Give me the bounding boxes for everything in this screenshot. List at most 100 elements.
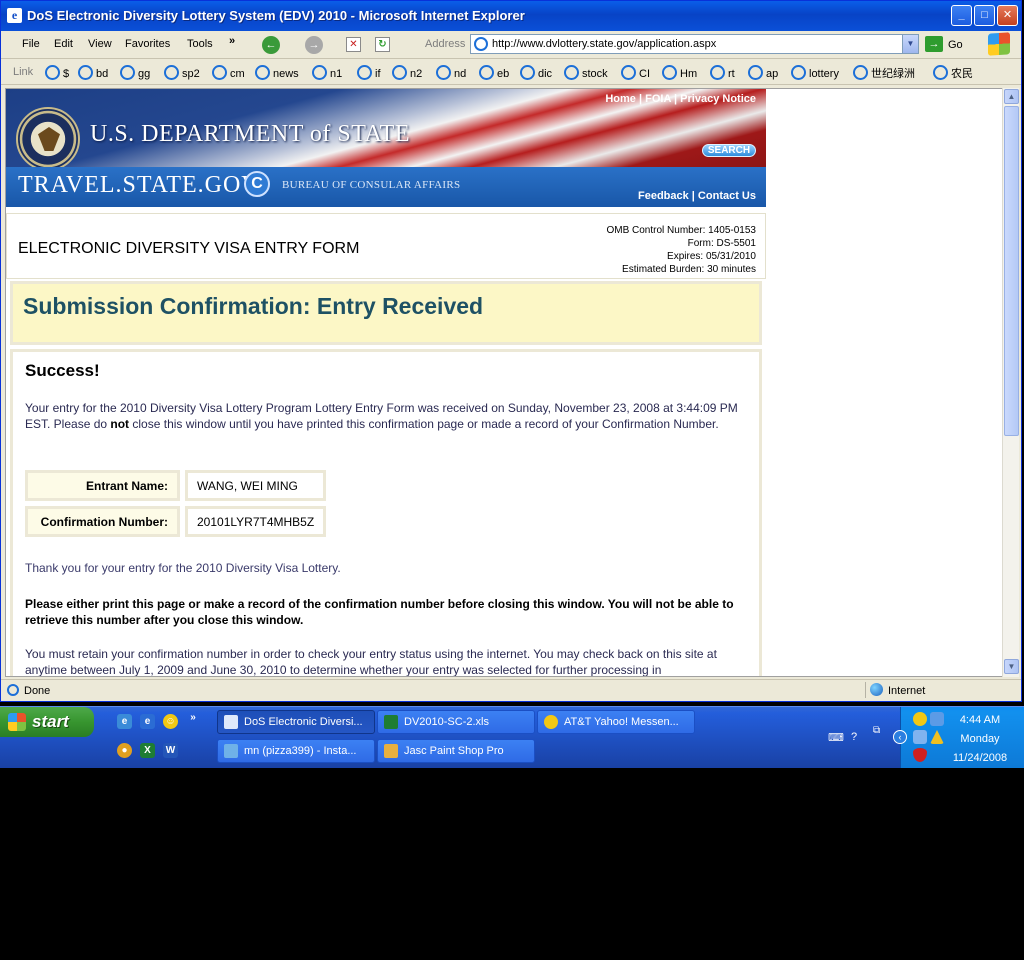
quicklaunch-ie-icon[interactable]: e: [117, 714, 132, 729]
quicklaunch-more-icon[interactable]: »: [189, 710, 197, 725]
done-page-icon: [7, 684, 19, 696]
links-label: Link: [13, 66, 34, 78]
address-label: Address: [425, 38, 466, 50]
go-button[interactable]: Go: [948, 39, 963, 51]
department-logo: U.S. DEPARTMENT of STATE: [90, 121, 411, 147]
link-item[interactable]: ap: [748, 65, 778, 80]
task-ie[interactable]: DoS Electronic Diversi...: [217, 710, 375, 734]
clock-day: Monday: [960, 733, 1000, 745]
print-warning: Please either print this page or make a …: [25, 597, 734, 627]
quicklaunch-messenger-icon[interactable]: ☺: [163, 714, 178, 729]
link-item[interactable]: gg: [120, 65, 150, 80]
page-viewport: Home | FOIA | Privacy Notice U.S. DEPART…: [5, 88, 1003, 677]
link-item[interactable]: Hm: [662, 65, 697, 80]
scroll-thumb[interactable]: [1004, 106, 1019, 436]
keyboard-icon[interactable]: ⌨: [828, 731, 844, 744]
link-item[interactable]: 农民: [933, 65, 973, 81]
form-number: Form: DS-5501: [687, 238, 756, 249]
maximize-button[interactable]: □: [974, 5, 995, 26]
messenger-task-icon: [544, 715, 558, 729]
link-item[interactable]: news: [255, 65, 299, 80]
link-item[interactable]: sp2: [164, 65, 200, 80]
consular-badge-icon: C: [244, 171, 270, 197]
link-item[interactable]: if: [357, 65, 381, 80]
confirmation-number-label: Confirmation Number:: [25, 506, 180, 537]
confirmation-content: Success! Your entry for the 2010 Diversi…: [10, 349, 762, 677]
link-item[interactable]: cm: [212, 65, 245, 80]
top-nav-links[interactable]: Home | FOIA | Privacy Notice: [605, 93, 756, 105]
menu-edit[interactable]: Edit: [54, 38, 73, 50]
quicklaunch-browser-icon[interactable]: e: [140, 714, 155, 729]
start-button[interactable]: start: [0, 707, 94, 737]
title-bar[interactable]: e DoS Electronic Diversity Lottery Syste…: [1, 1, 1021, 31]
clock-time: 4:44 AM: [959, 714, 1001, 726]
address-url[interactable]: http://www.dvlottery.state.gov/applicati…: [492, 38, 716, 50]
task-excel[interactable]: DV2010-SC-2.xls: [377, 710, 535, 734]
im-task-icon: [224, 744, 238, 758]
go-arrow-icon[interactable]: →: [925, 36, 943, 52]
ie-task-icon: [224, 715, 238, 729]
menu-file[interactable]: File: [22, 38, 40, 50]
tray-warning-icon[interactable]: [930, 730, 944, 744]
menu-tools[interactable]: Tools: [187, 38, 213, 50]
estimated-burden: Estimated Burden: 30 minutes: [622, 264, 756, 275]
tray-network-icon[interactable]: [930, 712, 944, 726]
bureau-name: BUREAU OF CONSULAR AFFAIRS: [282, 179, 461, 191]
minimize-button[interactable]: _: [951, 5, 972, 26]
refresh-icon[interactable]: ↻: [375, 37, 390, 52]
vertical-scrollbar[interactable]: ▲ ▼: [1002, 88, 1019, 677]
task-paint-shop-pro[interactable]: Jasc Paint Shop Pro: [377, 739, 535, 763]
retain-notice: You must retain your confirmation number…: [25, 647, 717, 677]
search-button[interactable]: SEARCH: [702, 144, 756, 157]
table-row: Entrant Name: WANG, WEI MING: [25, 470, 327, 501]
stop-icon[interactable]: ✕: [346, 37, 361, 52]
restore-icon[interactable]: ⧉: [873, 725, 880, 736]
omb-control-number: OMB Control Number: 1405-0153: [606, 225, 756, 236]
link-item[interactable]: n1: [312, 65, 342, 80]
clock-date: 11/24/2008: [952, 752, 1008, 764]
windows-flag-icon: [8, 713, 26, 731]
link-item[interactable]: 世纪绿洲: [853, 65, 915, 81]
link-item[interactable]: nd: [436, 65, 466, 80]
thank-you-message: Thank you for your entry for the 2010 Di…: [25, 561, 341, 575]
close-button[interactable]: ✕: [997, 5, 1018, 26]
help-icon[interactable]: ?: [851, 731, 857, 743]
scroll-down-icon[interactable]: ▼: [1004, 659, 1019, 674]
address-bar[interactable]: http://www.dvlottery.state.gov/applicati…: [470, 34, 919, 54]
paint-shop-task-icon: [384, 744, 398, 758]
task-messenger[interactable]: AT&T Yahoo! Messen...: [537, 710, 695, 734]
form-title: ELECTRONIC DIVERSITY VISA ENTRY FORM: [18, 240, 360, 257]
link-item[interactable]: rt: [710, 65, 735, 80]
menu-view[interactable]: View: [88, 38, 112, 50]
back-arrow-icon[interactable]: ←: [262, 36, 280, 54]
scroll-up-icon[interactable]: ▲: [1004, 89, 1019, 104]
table-row: Confirmation Number: 20101LYR7T4MHB5Z: [25, 506, 327, 537]
link-item[interactable]: eb: [479, 65, 509, 80]
entry-details-table: Entrant Name: WANG, WEI MING Confirmatio…: [20, 465, 331, 542]
link-item[interactable]: CI: [621, 65, 650, 80]
link-item[interactable]: dic: [520, 65, 552, 80]
link-item[interactable]: n2: [392, 65, 422, 80]
tray-expand-icon[interactable]: ‹: [893, 730, 907, 744]
link-item[interactable]: lottery: [791, 65, 839, 80]
quicklaunch-word-icon[interactable]: W: [163, 743, 178, 758]
task-instant-message[interactable]: mn (pizza399) - Insta...: [217, 739, 375, 763]
site-name[interactable]: TRAVEL.STATE.GOV: [18, 172, 260, 199]
tray-clock[interactable]: 4:44 AM Monday 11/24/2008: [949, 711, 1011, 768]
quicklaunch-app-icon[interactable]: ●: [117, 743, 132, 758]
tray-security-shield-icon[interactable]: [913, 748, 927, 762]
page-icon: [474, 37, 488, 51]
link-item[interactable]: $: [45, 65, 69, 80]
link-item[interactable]: stock: [564, 65, 608, 80]
menu-favorites[interactable]: Favorites: [125, 38, 170, 50]
tray-connection-icon[interactable]: [913, 730, 927, 744]
address-dropdown-icon[interactable]: ▼: [902, 35, 918, 53]
confirmation-number-value: 20101LYR7T4MHB5Z: [185, 506, 327, 537]
quicklaunch-excel-icon[interactable]: X: [140, 743, 155, 758]
link-item[interactable]: bd: [78, 65, 108, 80]
tray-messenger-icon[interactable]: [913, 712, 927, 726]
menu-more-chevron-icon[interactable]: »: [229, 35, 235, 47]
feedback-contact-links[interactable]: Feedback | Contact Us: [638, 190, 756, 202]
status-text: Done: [24, 685, 51, 697]
forward-arrow-icon[interactable]: →: [305, 36, 323, 54]
